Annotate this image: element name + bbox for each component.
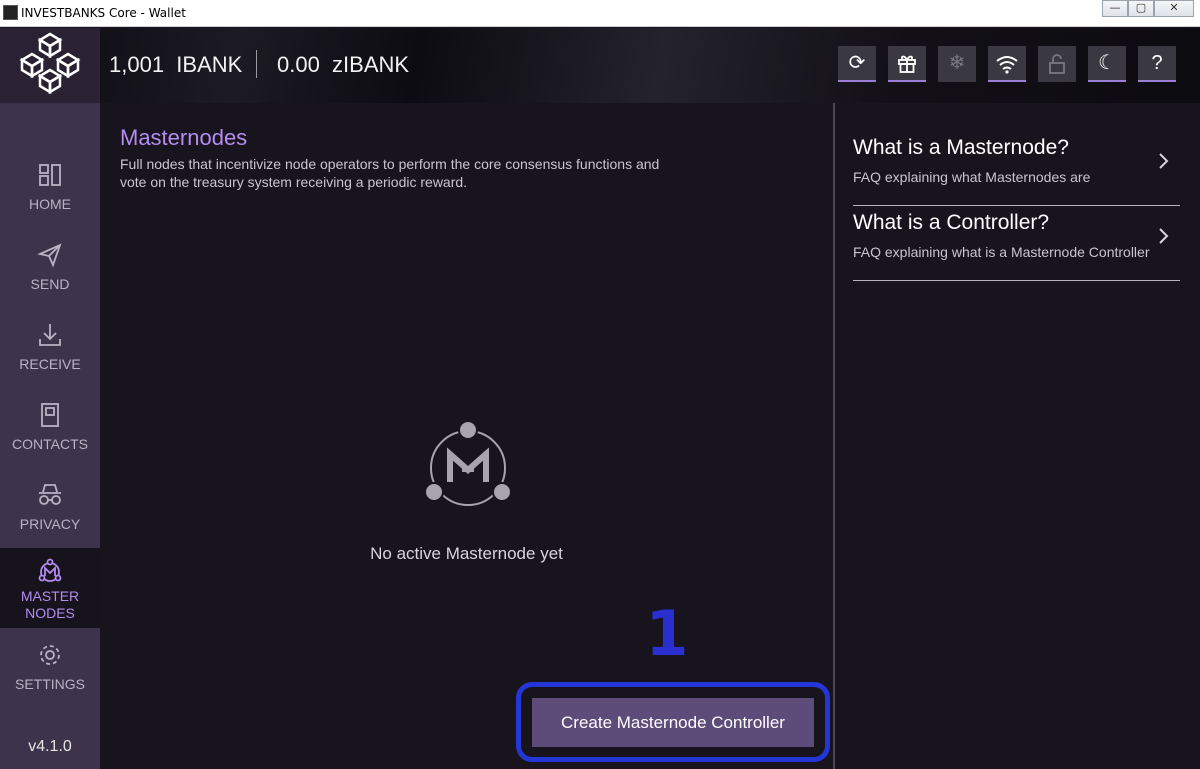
sidebar-item-label: PRIVACY (19, 516, 81, 532)
app-version: v4.1.0 (28, 738, 72, 755)
sidebar-item-label-line1: MASTER (20, 588, 80, 604)
sidebar-item-label: SEND (30, 276, 70, 292)
receive-icon (39, 324, 61, 346)
help-icon: ? (1151, 52, 1163, 74)
sidebar-item-label: RECEIVE (19, 356, 81, 372)
sidebar-item-label: SETTINGS (14, 676, 85, 692)
lock-icon (1049, 54, 1065, 74)
investbanks-logo-icon (18, 30, 82, 99)
sidebar-item-home[interactable]: HOME (0, 148, 100, 228)
snowflake-icon: ❄ (948, 52, 966, 74)
sidebar-item-contacts[interactable]: CONTACTS (0, 388, 100, 468)
step-annotation-number: 1 (645, 597, 689, 670)
sidebar-item-settings[interactable]: SETTINGS (0, 628, 100, 708)
app-logo-icon (3, 5, 18, 20)
create-masternode-controller-button[interactable]: Create Masternode Controller (532, 698, 814, 747)
settings-icon (40, 645, 60, 665)
window-controls: — ▢ ✕ (1102, 0, 1194, 18)
contacts-icon (41, 403, 59, 427)
window-titlebar: INVESTBANKS Core - Wallet — ▢ ✕ (0, 0, 1200, 27)
window-title: INVESTBANKS Core - Wallet (21, 6, 186, 20)
zibank-balance: 0.00 zIBANK (277, 52, 410, 77)
sync-button[interactable]: ⟳ (838, 46, 876, 82)
staking-button[interactable]: ❄ (938, 46, 976, 82)
home-icon (39, 164, 61, 186)
maximize-button[interactable]: ▢ (1128, 0, 1154, 17)
sidebar-item-send[interactable]: SEND (0, 228, 100, 308)
privacy-icon (39, 484, 61, 505)
wifi-icon (996, 56, 1018, 74)
page-title: Masternodes (120, 125, 248, 150)
empty-state-text: No active Masternode yet (370, 544, 563, 563)
send-icon (37, 243, 62, 268)
close-button[interactable]: ✕ (1154, 0, 1194, 17)
sidebar-item-privacy[interactable]: PRIVACY (0, 468, 100, 548)
ibank-balance: 1,001 IBANK (109, 52, 243, 77)
gift-button[interactable] (888, 46, 926, 82)
help-button[interactable]: ? (1138, 46, 1176, 82)
lock-button[interactable] (1038, 46, 1076, 82)
masternodes-icon (38, 558, 62, 582)
masternode-empty-icon (420, 420, 516, 521)
chevron-right-icon (1158, 150, 1170, 176)
connection-button[interactable] (988, 46, 1026, 82)
faq-answer: FAQ explaining what Masternodes are (853, 169, 1091, 185)
gift-icon (898, 55, 916, 73)
faq-question: What is a Masternode? (853, 136, 1069, 159)
sidebar-item-label: HOME (29, 196, 71, 212)
page-description: Full nodes that incentivize node operato… (120, 156, 660, 190)
moon-icon: ☾ (1098, 52, 1116, 74)
faq-answer: FAQ explaining what is a Masternode Cont… (853, 244, 1150, 260)
chevron-right-icon (1158, 225, 1170, 251)
faq-question: What is a Controller? (853, 211, 1050, 234)
sidebar-item-label: CONTACTS (12, 436, 88, 452)
faq-item-controller[interactable]: What is a Controller? FAQ explaining wha… (853, 211, 1180, 281)
balance-divider (256, 50, 257, 78)
theme-button[interactable]: ☾ (1088, 46, 1126, 82)
sync-icon: ⟳ (848, 52, 866, 74)
sidebar-item-masternodes[interactable]: MASTER NODES (0, 548, 100, 628)
sidebar-item-receive[interactable]: RECEIVE (0, 308, 100, 388)
faq-item-masternode[interactable]: What is a Masternode? FAQ explaining wha… (853, 136, 1180, 206)
minimize-button[interactable]: — (1102, 0, 1128, 17)
sidebar-item-label-line2: NODES (25, 605, 75, 621)
